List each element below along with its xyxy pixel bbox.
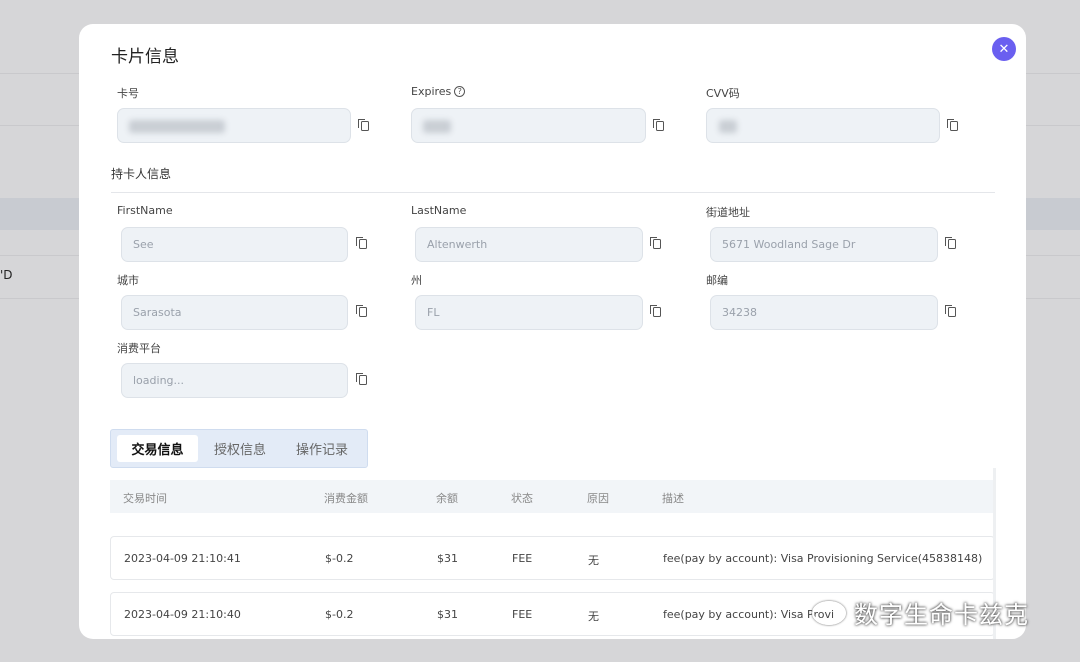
copy-icon[interactable] <box>653 119 664 131</box>
city-label: 城市 <box>117 274 139 287</box>
copy-icon[interactable] <box>945 237 956 249</box>
card-info-modal: 卡片信息 ✕ 卡号 Expires? CVV码 持卡人信息 FirstName … <box>79 24 1026 639</box>
zip-label: 邮编 <box>706 274 728 287</box>
city-field[interactable]: Sarasota <box>121 295 348 330</box>
last-name-label: LastName <box>411 204 467 217</box>
column-header-time: 交易时间 <box>123 492 167 505</box>
zip-field[interactable]: 34238 <box>710 295 938 330</box>
help-icon[interactable]: ? <box>454 86 466 97</box>
copy-icon[interactable] <box>356 237 367 249</box>
tab-transactions[interactable]: 交易信息 <box>117 435 198 462</box>
cvv-field[interactable] <box>706 108 940 143</box>
watermark-text: 数字生命卡兹克 <box>854 601 1029 629</box>
copy-icon[interactable] <box>356 373 367 385</box>
column-header-balance: 余额 <box>436 492 458 505</box>
cell-status: FEE <box>512 608 533 621</box>
tab-operation-log[interactable]: 操作记录 <box>282 435 362 462</box>
cell-amount: $-0.2 <box>325 552 354 565</box>
copy-icon[interactable] <box>945 305 956 317</box>
cvv-label: CVV码 <box>706 87 740 100</box>
section-divider <box>111 192 995 193</box>
first-name-field[interactable]: See <box>121 227 348 262</box>
tab-bar: 交易信息 授权信息 操作记录 <box>110 429 368 468</box>
platform-field[interactable]: loading... <box>121 363 348 398</box>
column-header-description: 描述 <box>662 492 684 505</box>
last-name-field[interactable]: Altenwerth <box>415 227 643 262</box>
cell-description: fee(pay by account): Visa Provisioning S… <box>663 552 983 565</box>
close-button[interactable]: ✕ <box>992 37 1016 61</box>
copy-icon[interactable] <box>650 237 661 249</box>
copy-icon[interactable] <box>356 305 367 317</box>
wechat-icon <box>812 600 846 625</box>
platform-label: 消费平台 <box>117 342 161 355</box>
expires-masked <box>423 120 451 133</box>
column-header-status: 状态 <box>511 492 533 505</box>
holder-section-title: 持卡人信息 <box>111 167 172 181</box>
cell-balance: $31 <box>437 552 458 565</box>
cell-amount: $-0.2 <box>325 608 354 621</box>
cell-time: 2023-04-09 21:10:41 <box>124 552 241 565</box>
tab-authorizations[interactable]: 授权信息 <box>200 435 280 462</box>
cell-status: FEE <box>512 552 533 565</box>
state-field[interactable]: FL <box>415 295 643 330</box>
card-number-masked <box>129 120 225 133</box>
cell-description: fee(pay by account): Visa Provi <box>663 608 835 621</box>
first-name-label: FirstName <box>117 204 173 217</box>
copy-icon[interactable] <box>650 305 661 317</box>
table-row[interactable]: 2023-04-09 21:10:41 $-0.2 $31 FEE 无 fee(… <box>110 536 995 580</box>
cell-reason: 无 <box>588 554 599 567</box>
modal-title: 卡片信息 <box>111 47 179 67</box>
street-field[interactable]: 5671 Woodland Sage Dr <box>710 227 938 262</box>
cell-time: 2023-04-09 21:10:40 <box>124 608 241 621</box>
copy-icon[interactable] <box>358 119 369 131</box>
expires-label: Expires? <box>411 85 466 98</box>
copy-icon[interactable] <box>947 119 958 131</box>
column-header-reason: 原因 <box>587 492 609 505</box>
card-number-label: 卡号 <box>117 87 139 100</box>
watermark: 数字生命卡兹克 <box>812 595 1029 630</box>
street-label: 街道地址 <box>706 206 750 219</box>
background-partial-text: 'D <box>0 268 13 282</box>
table-header: 交易时间 消费金额 余额 状态 原因 描述 <box>110 480 995 513</box>
cell-balance: $31 <box>437 608 458 621</box>
cell-reason: 无 <box>588 610 599 623</box>
column-header-amount: 消费金额 <box>324 492 368 505</box>
cvv-masked <box>719 120 737 133</box>
close-icon: ✕ <box>998 41 1010 57</box>
state-label: 州 <box>411 274 422 287</box>
